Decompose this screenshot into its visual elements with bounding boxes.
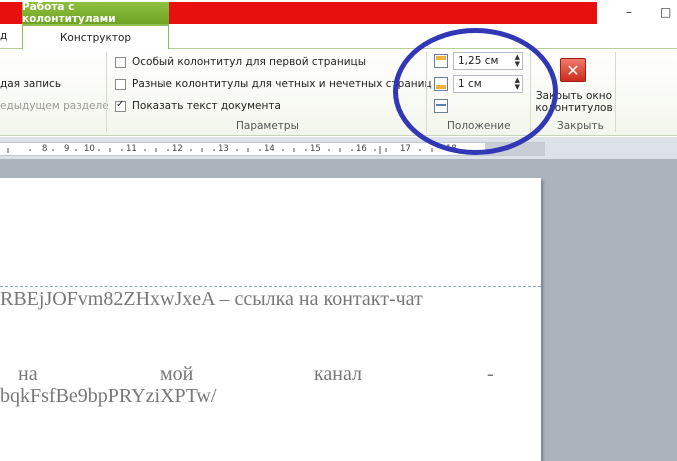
restore-button[interactable]: □ (660, 6, 671, 18)
show-text-label: Показать текст документа (132, 100, 281, 112)
first-page-checkbox[interactable] (115, 56, 126, 68)
doc-line-2-word-1[interactable]: на (18, 363, 38, 386)
show-text-checkbox[interactable] (115, 99, 126, 112)
tab-partial[interactable]: д (0, 30, 7, 42)
show-text-option[interactable]: Показать текст документа (115, 99, 281, 112)
header-boundary-line (0, 286, 541, 287)
doc-line-2-word-3[interactable]: канал (314, 363, 362, 386)
ribbon-left-item-2[interactable]: едыдущем разделе (0, 100, 109, 112)
doc-line-1[interactable]: RBEjJOFvm82ZHxwJxeA – ссылка на контакт-… (0, 288, 423, 311)
annotation-circle (393, 28, 558, 155)
group-separator (615, 52, 616, 132)
group-separator (106, 52, 107, 132)
odd-even-label: Разные колонтитулы для четных и нечетных… (132, 78, 432, 90)
doc-line-2-word-4[interactable]: - (487, 363, 494, 386)
odd-even-checkbox[interactable] (115, 78, 126, 90)
context-tab-header: Работа с колонтитулами (22, 1, 169, 25)
minimize-button[interactable]: – (626, 6, 632, 18)
doc-line-3[interactable]: bqkFsfBe9bpPRYziXPTw/ (0, 385, 216, 408)
document-page[interactable] (0, 178, 541, 461)
close-group-label: Закрыть (557, 120, 604, 132)
first-page-label: Особый колонтитул для первой страницы (132, 56, 366, 68)
first-page-option[interactable]: Особый колонтитул для первой страницы (115, 56, 366, 68)
tab-constructor[interactable]: Конструктор (22, 24, 169, 49)
odd-even-option[interactable]: Разные колонтитулы для четных и нечетных… (115, 78, 432, 90)
ribbon-left-item-1[interactable]: дая запись (0, 78, 61, 90)
close-x-icon[interactable]: ✕ (560, 58, 586, 82)
doc-line-2-word-2[interactable]: мой (160, 363, 193, 386)
params-group-label: Параметры (236, 120, 299, 132)
